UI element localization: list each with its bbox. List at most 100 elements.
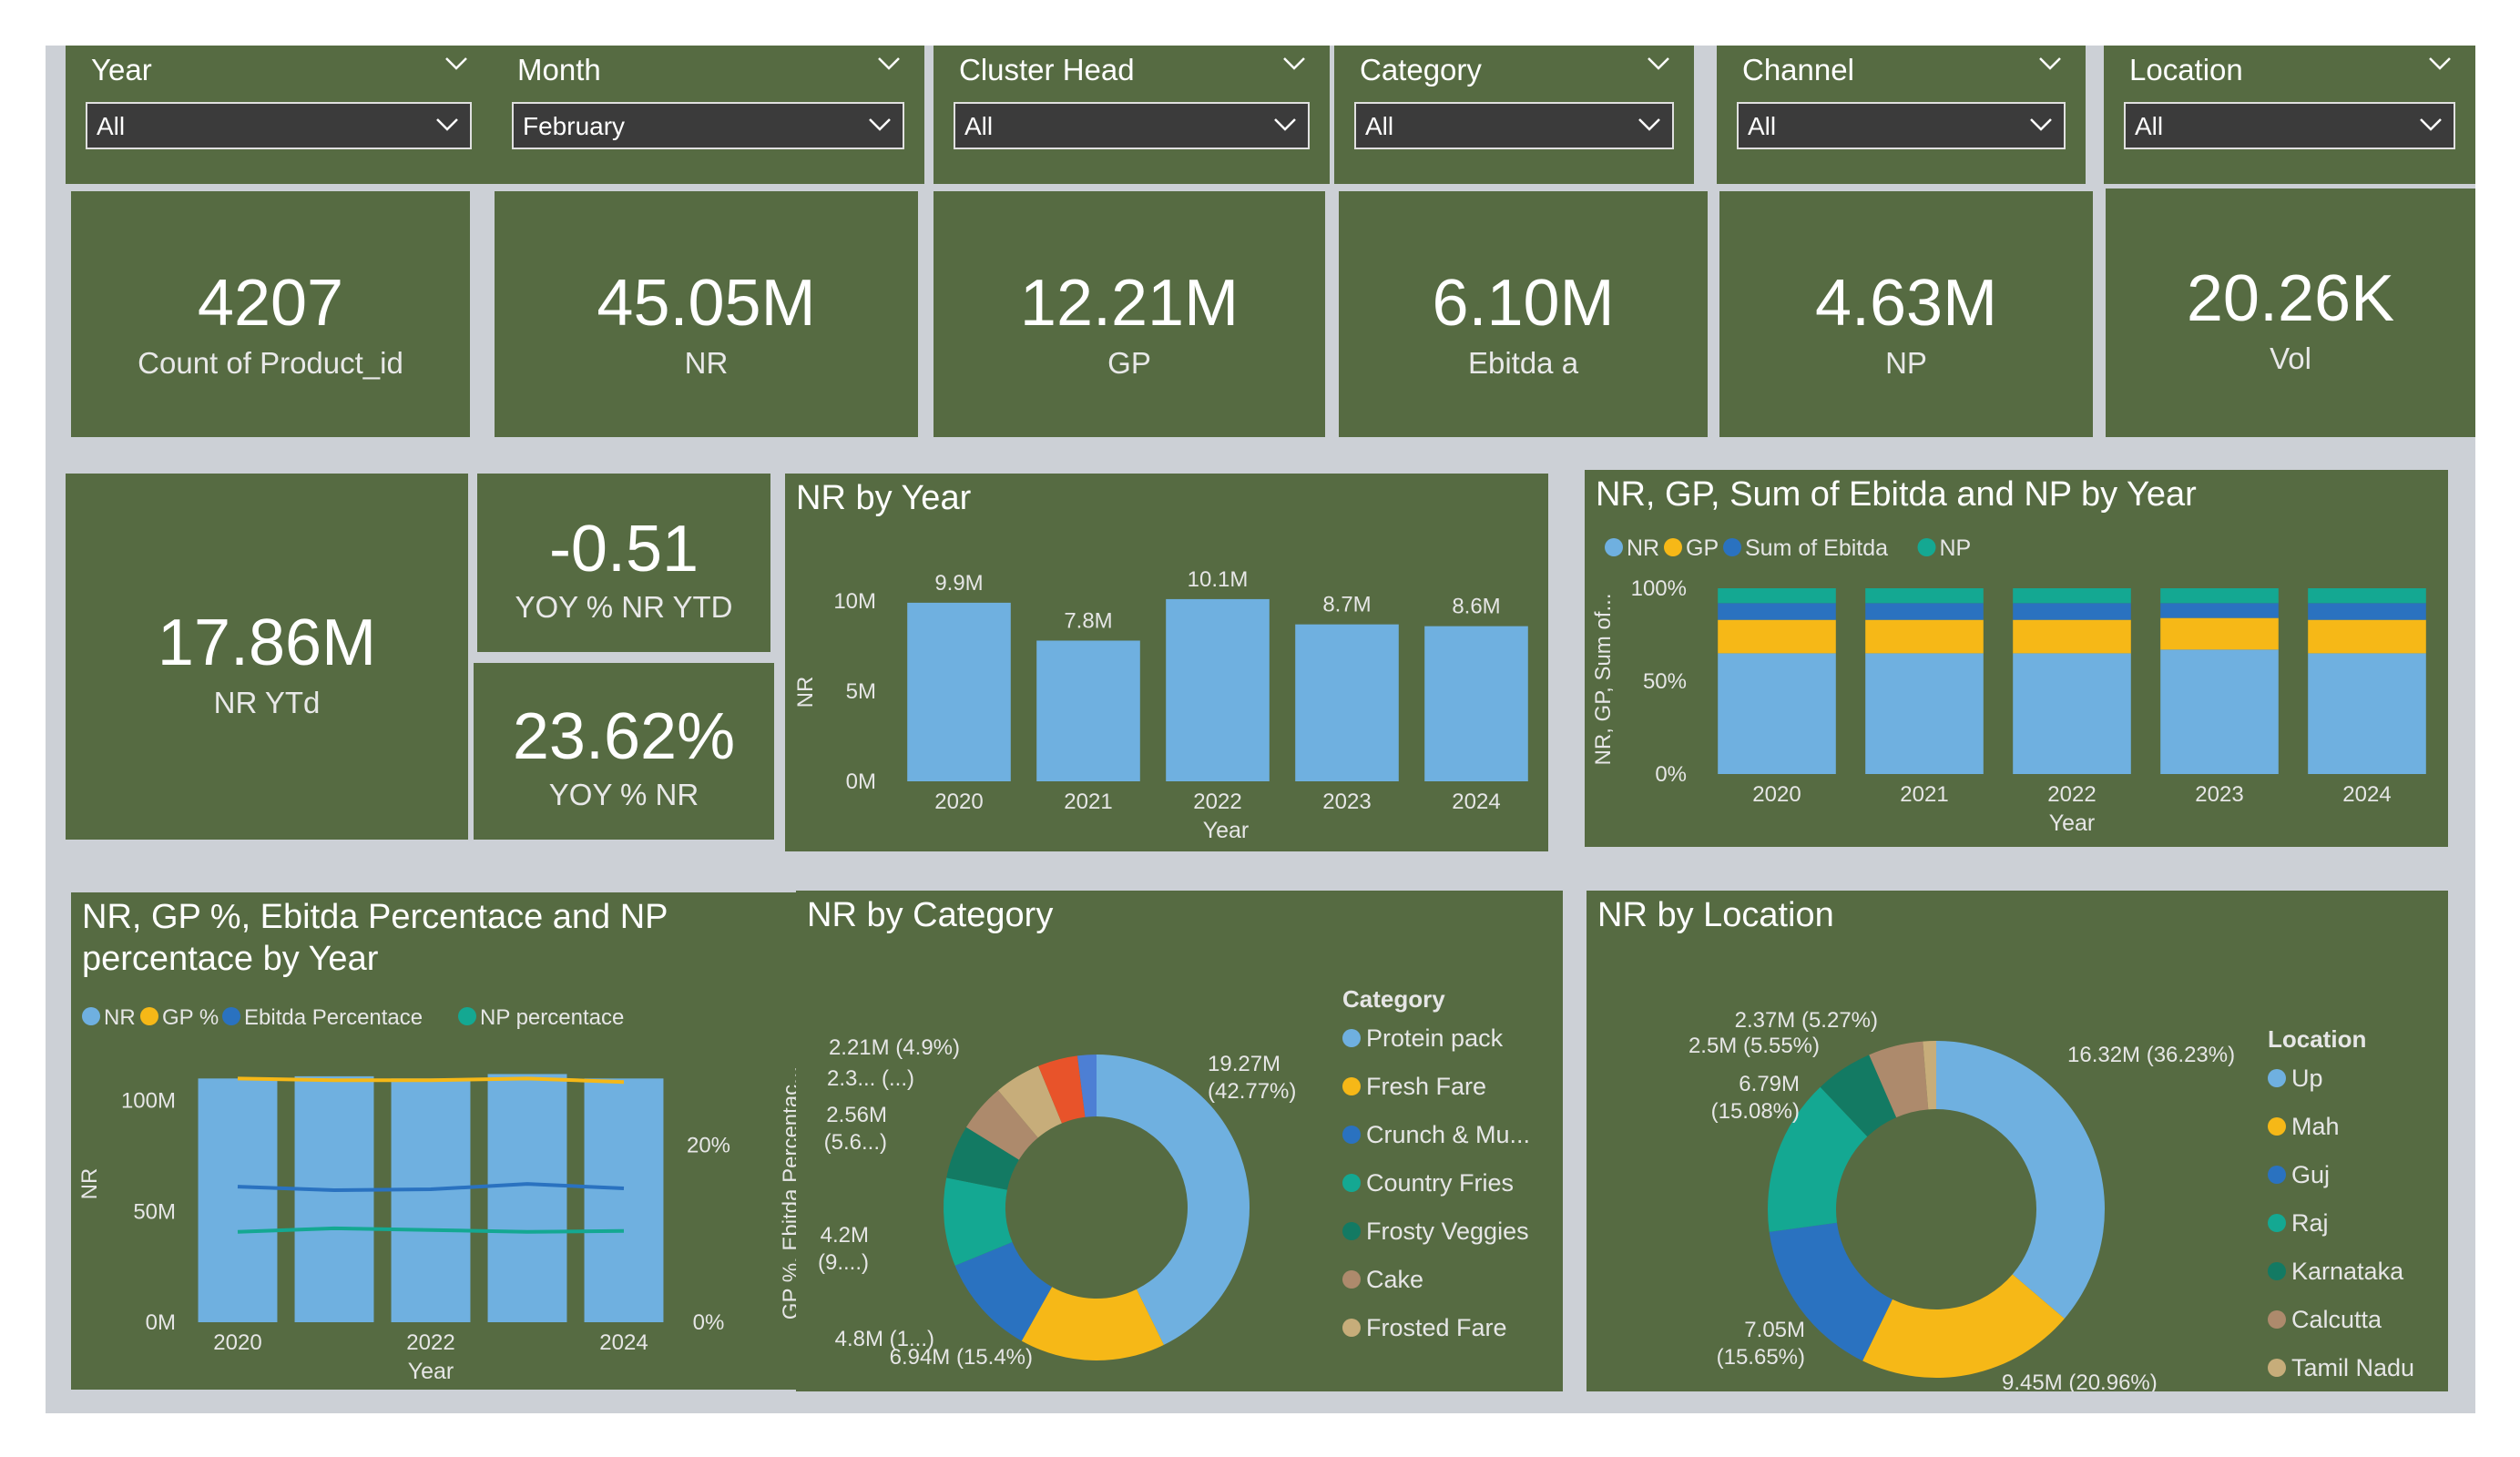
y-tick-label: 0M bbox=[146, 1310, 176, 1335]
legend-label: GP % bbox=[162, 1005, 219, 1030]
legend-label: NR bbox=[104, 1005, 136, 1030]
legend-marker bbox=[2268, 1166, 2286, 1184]
chevron-down-icon bbox=[878, 57, 900, 70]
kpi-card-yoy: 23.62% YOY % NR bbox=[474, 663, 774, 840]
slicer-title: Year bbox=[91, 53, 152, 87]
slicer-title: Cluster Head bbox=[959, 53, 1135, 87]
data-label: 4.2M bbox=[821, 1223, 869, 1248]
month-dropdown[interactable]: February bbox=[512, 102, 904, 149]
bar bbox=[1424, 626, 1528, 781]
data-label: (5.6...) bbox=[824, 1130, 887, 1155]
stacked-segment bbox=[2160, 603, 2279, 618]
kpi-label: Vol bbox=[2270, 341, 2311, 375]
x-tick-label: 2023 bbox=[2195, 782, 2243, 807]
legend-marker bbox=[1342, 1222, 1361, 1240]
kpi-label: YOY % NR bbox=[548, 778, 699, 811]
chart-nr-by-location: NR by Location 16.32M (36.23%) 9.45M (20.… bbox=[1586, 891, 2448, 1391]
channel-dropdown[interactable]: All bbox=[1737, 102, 2066, 149]
legend-label: Frosty Veggies bbox=[1366, 1218, 1529, 1245]
chevron-down-icon bbox=[2030, 118, 2052, 131]
dropdown-value: All bbox=[97, 112, 126, 140]
dropdown-value: February bbox=[523, 112, 626, 140]
legend-label: Karnataka bbox=[2291, 1258, 2404, 1285]
y-axis-title: NR, GP, Sum of... bbox=[1591, 594, 1616, 766]
legend-marker bbox=[458, 1007, 476, 1025]
kpi-label: NP bbox=[1885, 346, 1927, 380]
legend-title: Location bbox=[2268, 1025, 2366, 1053]
kpi-card-nr-ytd: 17.86M NR YTd bbox=[66, 474, 468, 840]
stacked-segment bbox=[1865, 619, 1984, 654]
kpi-value: 23.62% bbox=[512, 700, 736, 773]
legend-label: Tamil Nadu bbox=[2291, 1354, 2414, 1381]
slicer-location[interactable]: Location All bbox=[2104, 46, 2475, 184]
kpi-value: 4207 bbox=[197, 267, 344, 340]
chevron-down-icon bbox=[2420, 118, 2442, 131]
legend-marker bbox=[2268, 1310, 2286, 1329]
legend-marker bbox=[1917, 538, 1936, 556]
stacked-segment bbox=[1718, 619, 1836, 654]
y-tick-label: 100% bbox=[1631, 576, 1687, 601]
nr-by-location-svg: 16.32M (36.23%) 9.45M (20.96%) 7.05M (15.65… bbox=[1689, 1008, 2414, 1391]
chevron-down-icon bbox=[1638, 118, 1660, 131]
legend-label: NP percentace bbox=[480, 1005, 624, 1030]
location-dropdown[interactable]: All bbox=[2124, 102, 2455, 149]
data-label: (15.65%) bbox=[1717, 1345, 1805, 1370]
legend-marker bbox=[1342, 1077, 1361, 1095]
legend-label: Mah bbox=[2291, 1113, 2340, 1140]
y-tick-label: 0% bbox=[1655, 762, 1687, 787]
chevron-down-icon bbox=[1274, 118, 1296, 131]
x-tick-label: 2021 bbox=[1064, 790, 1112, 814]
y-tick-label: 50% bbox=[1643, 669, 1687, 694]
legend-marker bbox=[1342, 1270, 1361, 1289]
x-tick-label: 2021 bbox=[1900, 782, 1948, 807]
legend-label: Sum of Ebitda bbox=[1745, 535, 1888, 561]
cluster-head-dropdown[interactable]: All bbox=[954, 102, 1310, 149]
category-dropdown[interactable]: All bbox=[1354, 102, 1674, 149]
slicer-category[interactable]: Category All bbox=[1334, 46, 1694, 184]
stacked-segment bbox=[2308, 619, 2426, 654]
bar bbox=[294, 1075, 374, 1322]
x-axis-title: Year bbox=[2049, 810, 2096, 836]
slicer-year[interactable]: Year All bbox=[66, 46, 492, 184]
legend-marker bbox=[1342, 1126, 1361, 1144]
stacked-segment bbox=[2013, 653, 2131, 774]
kpi-label: GP bbox=[1107, 346, 1151, 380]
data-label: 6.79M bbox=[1739, 1072, 1800, 1096]
kpi-card-yoy-ytd: -0.51 YOY % NR YTD bbox=[477, 474, 770, 652]
legend-label: GP bbox=[1686, 535, 1719, 561]
x-tick-label: 2022 bbox=[1193, 790, 1241, 814]
data-label: 4.8M (1...) bbox=[835, 1327, 934, 1351]
stacked-segment bbox=[2013, 619, 2131, 654]
data-label: 2.5M (5.55%) bbox=[1689, 1034, 1820, 1058]
data-label: 19.27M bbox=[1208, 1052, 1280, 1076]
x-tick-label: 2023 bbox=[1322, 790, 1371, 814]
legend-marker bbox=[140, 1007, 158, 1025]
legend-marker bbox=[1342, 1174, 1361, 1192]
slicer-cluster-head[interactable]: Cluster Head All bbox=[934, 46, 1330, 184]
kpi-label: Count of Product_id bbox=[138, 346, 403, 380]
data-label: 9.45M (20.96%) bbox=[2002, 1370, 2158, 1391]
legend-marker bbox=[2268, 1214, 2286, 1232]
data-label: 8.7M bbox=[1322, 593, 1371, 617]
slicer-channel[interactable]: Channel All bbox=[1717, 46, 2086, 184]
x-tick-label: 2024 bbox=[2342, 782, 2391, 807]
legend-label: Crunch & Mu... bbox=[1366, 1121, 1530, 1148]
x-tick-label: 2022 bbox=[2047, 782, 2096, 807]
dropdown-value: All bbox=[1748, 112, 1777, 140]
y-tick-label: 50M bbox=[133, 1199, 176, 1224]
data-label: (15.08%) bbox=[1711, 1099, 1800, 1124]
legend-marker bbox=[2268, 1069, 2286, 1087]
bar bbox=[584, 1078, 664, 1322]
legend-marker bbox=[1342, 1319, 1361, 1337]
year-dropdown[interactable]: All bbox=[86, 102, 472, 149]
chevron-down-icon bbox=[1648, 57, 1669, 70]
x-tick-label: 2020 bbox=[934, 790, 983, 814]
legend-label: Country Fries bbox=[1366, 1169, 1514, 1197]
stacked-segment bbox=[2308, 653, 2426, 774]
data-label: 2.56M bbox=[826, 1103, 887, 1127]
x-tick-label: 2020 bbox=[213, 1330, 261, 1355]
x-axis-title: Year bbox=[1203, 818, 1250, 843]
slicer-month[interactable]: Month February bbox=[492, 46, 924, 184]
kpi-card-product-count: 4207 Count of Product_id bbox=[71, 191, 470, 437]
data-label: 2.21M (4.9%) bbox=[829, 1035, 960, 1060]
